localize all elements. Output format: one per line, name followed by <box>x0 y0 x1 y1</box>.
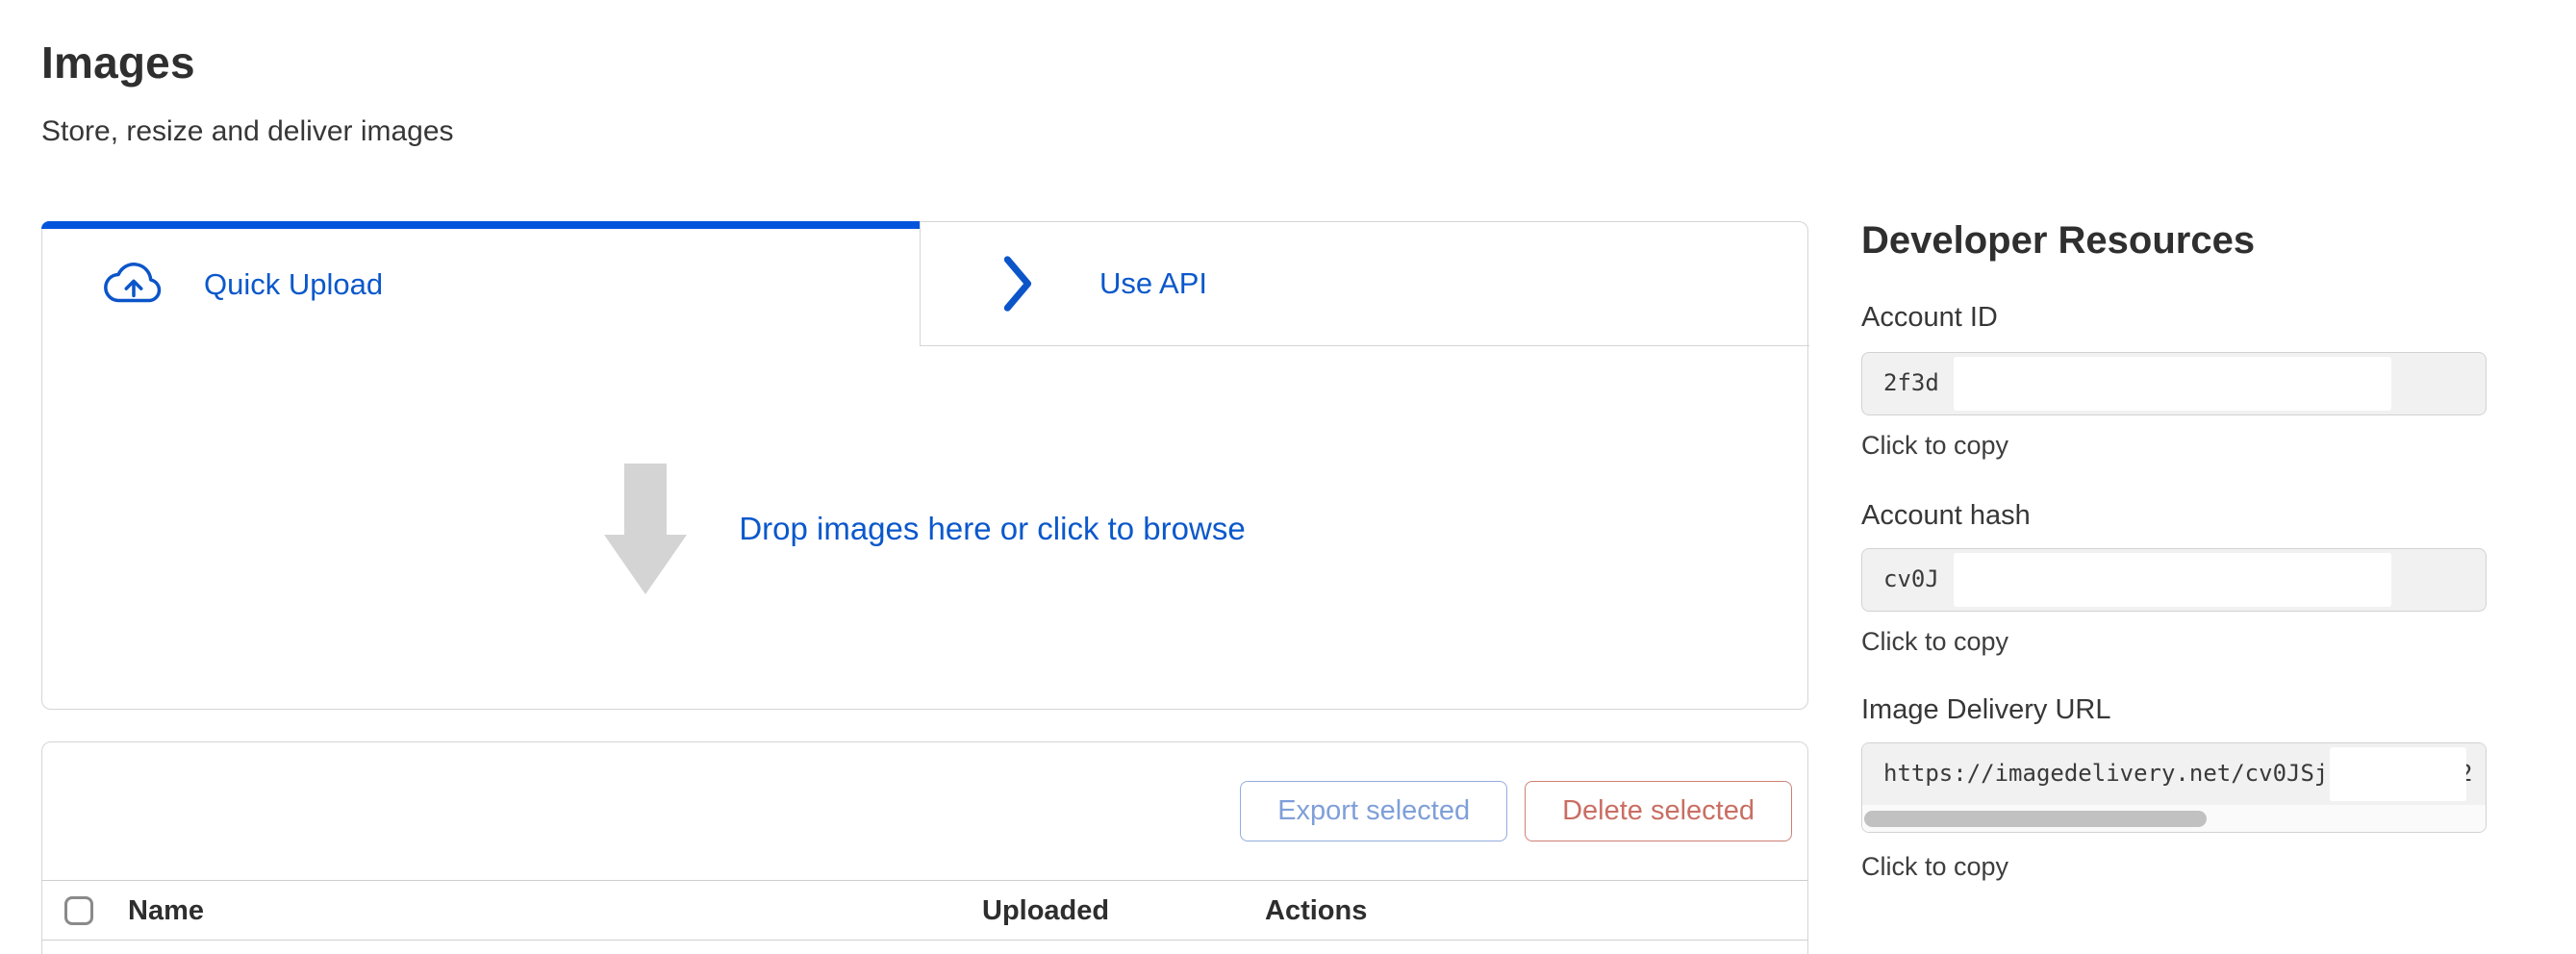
url-text-area: https://imagedelivery.net/cv0JSj 2 <box>1862 743 2486 805</box>
tab-quick-upload-label: Quick Upload <box>204 267 383 302</box>
url-scrollbar-thumb[interactable] <box>1864 811 2207 827</box>
tab-quick-upload[interactable]: Quick Upload <box>42 222 920 347</box>
redaction-overlay <box>2330 747 2466 801</box>
column-header-name: Name <box>128 881 204 941</box>
tab-use-api-label: Use API <box>1099 266 1207 301</box>
select-all-checkbox[interactable] <box>64 896 93 925</box>
developer-resources-heading: Developer Resources <box>1861 219 2255 263</box>
account-hash-value: cv0J <box>1883 549 1939 609</box>
bulk-actions-row: Export selected Delete selected <box>42 742 1807 881</box>
account-hash-field[interactable]: cv0J <box>1861 548 2487 612</box>
image-dropzone[interactable]: Drop images here or click to browse <box>42 347 1807 711</box>
image-list-card: Export selected Delete selected Name Upl… <box>41 741 1808 954</box>
account-id-copy-hint[interactable]: Click to copy <box>1861 431 2008 461</box>
delete-selected-button[interactable]: Delete selected <box>1525 781 1792 841</box>
url-horizontal-scrollbar <box>1862 805 2486 833</box>
image-delivery-url-label: Image Delivery URL <box>1861 694 2110 726</box>
redaction-overlay <box>1954 553 2391 607</box>
chevron-right-icon <box>998 254 1036 314</box>
export-selected-button[interactable]: Export selected <box>1240 781 1507 841</box>
column-header-uploaded: Uploaded <box>982 881 1109 941</box>
account-id-label: Account ID <box>1861 302 1998 334</box>
column-header-actions: Actions <box>1265 881 1367 941</box>
page-title: Images <box>41 37 195 88</box>
account-hash-copy-hint[interactable]: Click to copy <box>1861 627 2008 657</box>
images-dashboard-page: Images Store, resize and deliver images … <box>0 0 2576 954</box>
image-delivery-url-copy-hint[interactable]: Click to copy <box>1861 852 2008 882</box>
account-id-field[interactable]: 2f3d <box>1861 352 2487 415</box>
image-table-header: Name Uploaded Actions <box>42 881 1807 941</box>
tab-use-api[interactable]: Use API <box>920 222 1809 346</box>
page-subtitle: Store, resize and deliver images <box>41 115 454 148</box>
image-delivery-url-value: https://imagedelivery.net/cv0JSj <box>1883 743 2328 803</box>
cloud-upload-icon <box>102 260 165 310</box>
upload-card: Quick Upload Use API Drop images here or… <box>41 221 1808 710</box>
image-delivery-url-field[interactable]: https://imagedelivery.net/cv0JSj 2 <box>1861 742 2487 833</box>
dropzone-label: Drop images here or click to browse <box>739 511 1245 547</box>
account-id-value: 2f3d <box>1883 353 1939 413</box>
down-arrow-icon <box>604 464 687 594</box>
redaction-overlay <box>1954 357 2391 411</box>
account-hash-label: Account hash <box>1861 500 2031 532</box>
